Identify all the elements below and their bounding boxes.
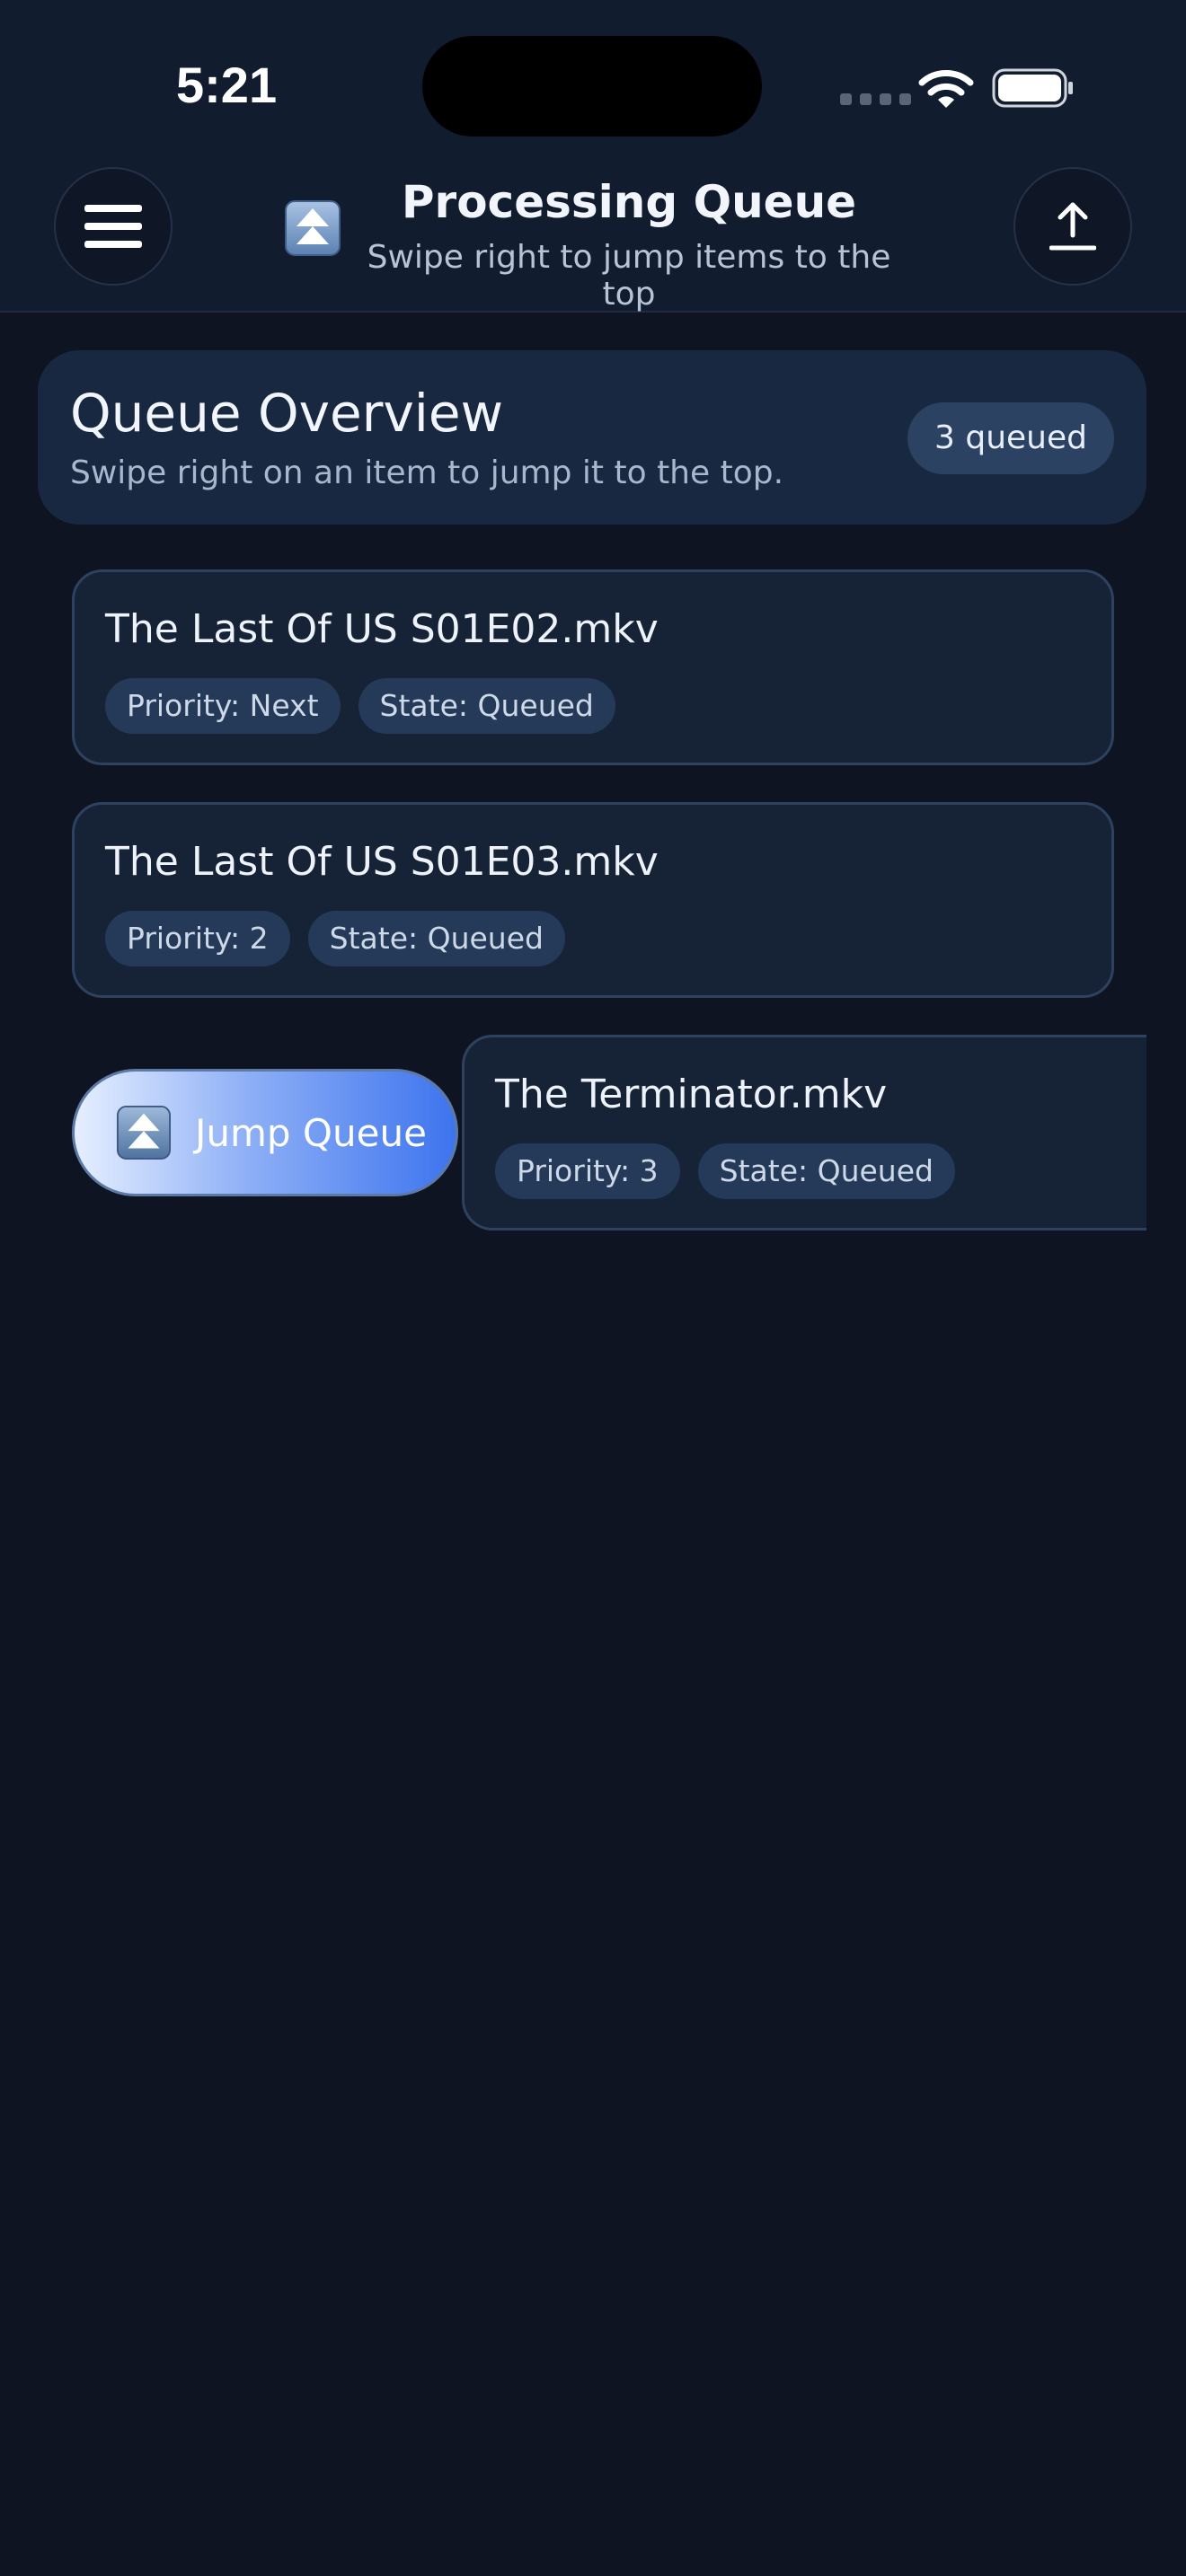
queue-item-name: The Terminator.mkv (495, 1072, 888, 1117)
state-chip: State: Queued (697, 1143, 955, 1199)
app-header: 5:21 Processing Queue Swipe right to jum… (0, 0, 1186, 313)
status-time: 5:21 (176, 57, 278, 113)
queued-count-badge: 3 queued (907, 402, 1114, 474)
overview-description: Swipe right on an item to jump it to the… (70, 454, 784, 491)
wifi-icon (918, 70, 974, 108)
priority-chip: Priority: Next (105, 678, 341, 734)
screen: 5:21 Processing Queue Swipe right to jum… (0, 0, 1186, 2576)
page-title: Processing Queue (401, 176, 857, 228)
state-chip: State: Queued (307, 911, 565, 966)
priority-chip: Priority: 2 (105, 911, 290, 966)
state-chip: State: Queued (358, 678, 615, 734)
upload-icon (1049, 202, 1096, 251)
menu-button[interactable] (54, 167, 173, 286)
overview-title: Queue Overview (70, 383, 504, 444)
queue-item[interactable]: The Last Of US S01E02.mkv Priority: Next… (72, 569, 1114, 765)
hamburger-menu-icon (84, 205, 142, 248)
double-up-arrow-icon (116, 1105, 172, 1160)
page-subtitle: Swipe right to jump items to the top (367, 239, 891, 313)
queue-item-name: The Last Of US S01E03.mkv (105, 839, 659, 885)
queue-item-name: The Last Of US S01E02.mkv (105, 606, 659, 652)
queue-item-swiped[interactable]: The Terminator.mkv Priority: 3 State: Qu… (462, 1035, 1146, 1231)
dynamic-island (422, 36, 762, 137)
upload-button[interactable] (1013, 167, 1132, 286)
priority-chip: Priority: 3 (495, 1143, 680, 1199)
cellular-signal-icon (840, 93, 911, 105)
battery-icon (992, 68, 1073, 108)
queue-item[interactable]: The Last Of US S01E03.mkv Priority: 2 St… (72, 802, 1114, 998)
jump-queue-label: Jump Queue (195, 1110, 427, 1155)
queue-overview-card: Queue Overview Swipe right on an item to… (38, 350, 1146, 525)
jump-queue-button[interactable]: Jump Queue (72, 1069, 458, 1196)
double-up-arrow-icon (285, 200, 341, 256)
